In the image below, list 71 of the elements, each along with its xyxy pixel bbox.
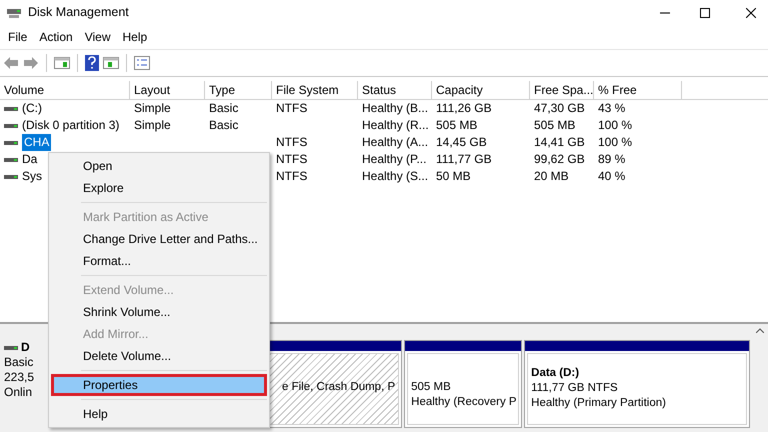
column-header[interactable]: Type (205, 81, 272, 99)
table-cell: Simple (134, 118, 171, 132)
menu-item[interactable]: Explore (51, 177, 267, 199)
table-cell: 14,41 GB (534, 135, 585, 149)
drive-label[interactable]: CHA (22, 134, 52, 151)
table-cell: 43 % (598, 101, 626, 115)
partition-info: 505 MB (411, 381, 451, 393)
column-header[interactable]: Status (358, 81, 432, 99)
table-cell: NTFS (276, 152, 308, 166)
table-cell: 89 % (598, 152, 626, 166)
panel-icon[interactable] (103, 56, 119, 70)
partition-block[interactable]: Data (D:) 111,77 GB NTFS Healthy (Primary Partition) (524, 340, 750, 428)
disk-name: D (21, 340, 30, 355)
table-cell: Basic (209, 118, 238, 132)
drive-label[interactable]: (Disk 0 partition 3) (22, 117, 120, 134)
column-header[interactable]: Free Spa... (530, 81, 594, 99)
drive-label[interactable]: Da (22, 151, 38, 168)
panel-icon[interactable] (54, 56, 70, 70)
checklist-icon[interactable] (134, 56, 150, 70)
table-cell: 505 MB (534, 118, 576, 132)
table-cell: Healthy (P... (362, 152, 426, 166)
table-cell: 111,26 GB (436, 101, 492, 115)
column-header[interactable]: Volume (0, 81, 130, 99)
partition-info: 111,77 GB NTFS (531, 382, 618, 394)
table-cell: Healthy (S... (362, 169, 428, 183)
table-cell: 50 MB (436, 169, 471, 183)
column-header[interactable]: % Free (594, 81, 682, 99)
table-cell: 40 % (598, 169, 626, 183)
window-title: Disk Management (28, 4, 129, 22)
close-icon[interactable] (746, 8, 756, 18)
table-cell: Healthy (R... (362, 118, 429, 132)
drive-label[interactable]: (C:) (22, 100, 42, 117)
table-cell: Healthy (A... (362, 135, 428, 149)
table-cell: Simple (134, 101, 171, 115)
table-cell: Basic (209, 101, 238, 115)
help-icon[interactable] (85, 55, 99, 71)
menu-item[interactable]: Properties (51, 374, 267, 396)
table-cell: 99,62 GB (534, 152, 585, 166)
menu-item[interactable]: Format... (51, 250, 267, 272)
table-cell: NTFS (276, 135, 308, 149)
menu-item[interactable]: Help (116, 28, 154, 46)
table-cell: 111,77 GB (436, 152, 492, 166)
disk-info: Onlin (4, 385, 32, 399)
menu-item[interactable]: Shrink Volume... (51, 301, 267, 323)
table-cell: 47,30 GB (534, 101, 585, 115)
table-cell: 100 % (598, 118, 632, 132)
table-cell: NTFS (276, 101, 308, 115)
partition-info: Healthy (Primary Partition) (531, 397, 666, 409)
menu-item[interactable]: Change Drive Letter and Paths... (51, 228, 267, 250)
table-cell: 100 % (598, 135, 632, 149)
column-header[interactable]: Capacity (432, 81, 530, 99)
table-cell: NTFS (276, 169, 308, 183)
table-cell: Healthy (B... (362, 101, 428, 115)
menu-item[interactable]: View (78, 28, 116, 46)
menu-item[interactable]: Action (33, 28, 79, 46)
table-cell: 14,45 GB (436, 135, 487, 149)
table-cell: 505 MB (436, 118, 478, 132)
partition-block[interactable]: 505 MB Healthy (Recovery P (404, 340, 522, 428)
menu-item[interactable]: Open (51, 155, 267, 177)
column-header[interactable]: Layout (130, 81, 205, 99)
menu-item[interactable]: File (2, 28, 34, 46)
disk-info: Basic (4, 355, 34, 369)
disk-info: 223,5 (4, 370, 34, 384)
partition-title: Data (D:) (531, 366, 580, 381)
forward-arrow-icon[interactable] (23, 56, 39, 70)
partition-info: Healthy (Recovery P (411, 396, 517, 408)
partition-info: e File, Crash Dump, P (282, 381, 396, 393)
back-arrow-icon[interactable] (3, 56, 19, 70)
column-header[interactable]: File System (272, 81, 358, 99)
drive-label[interactable]: Sys (22, 168, 42, 185)
table-cell: 20 MB (534, 169, 569, 183)
